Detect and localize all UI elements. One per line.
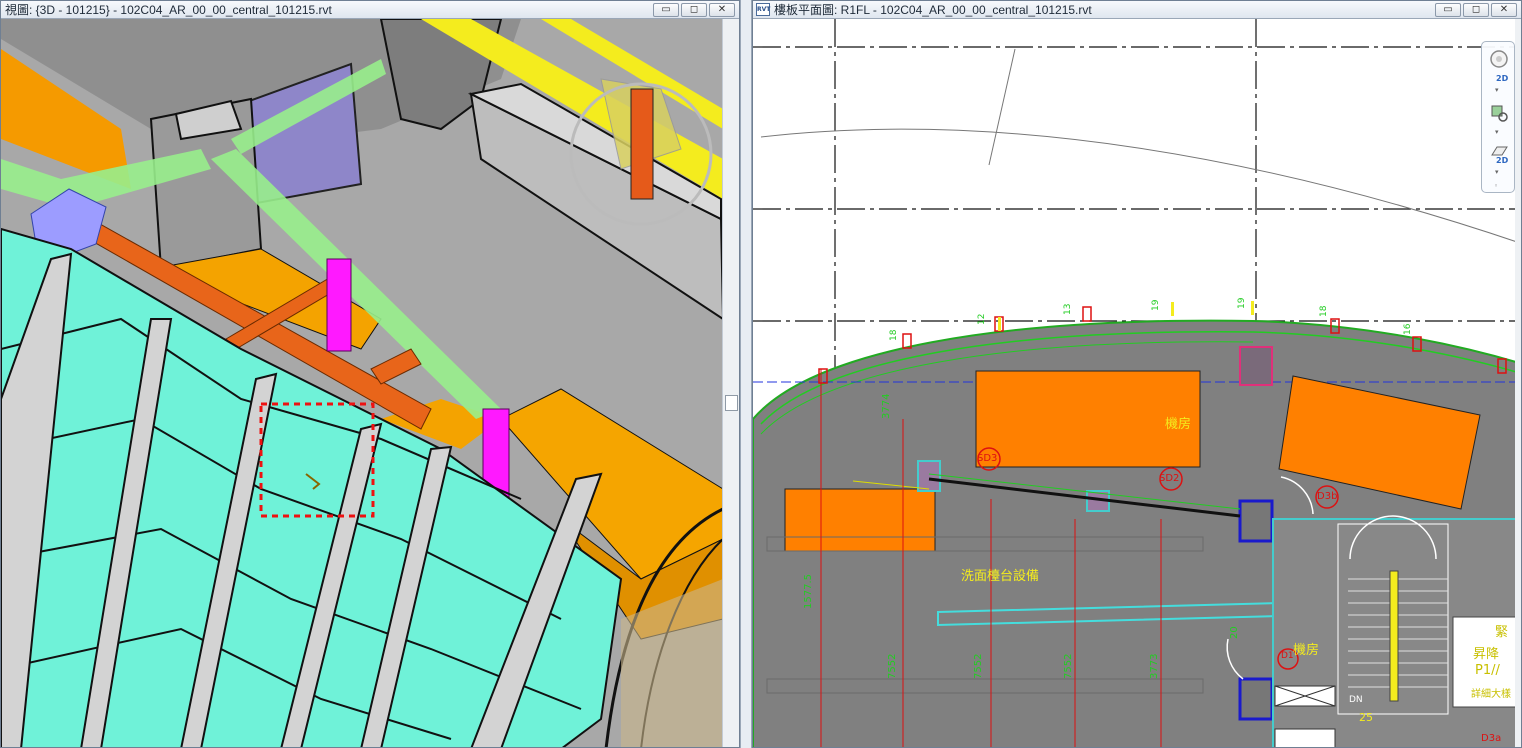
steering-wheel-icon[interactable] (1488, 48, 1510, 70)
wheel-2d-label: 2D (1496, 74, 1509, 83)
floor-plan-window[interactable]: RVT 樓板平面圖: R1FL - 102C04_AR_00_00_centra… (752, 0, 1522, 748)
floor-plan-title: 樓板平面圖: R1FL - 102C04_AR_00_00_central_10… (774, 3, 1092, 17)
view-3d-vertical-scrollbar[interactable] (722, 19, 739, 747)
minimize-button[interactable]: ▭ (653, 2, 679, 17)
view-2d-label: 2D (1496, 156, 1509, 165)
view-3d-titlebar[interactable]: 視圖: {3D - 101215} - 102C04_AR_00_00_cent… (1, 1, 739, 19)
view-3d-window[interactable]: 視圖: {3D - 101215} - 102C04_AR_00_00_cent… (0, 0, 740, 748)
restore-button[interactable]: ◻ (681, 2, 707, 17)
scrollbar-thumb[interactable] (725, 395, 738, 411)
close-button[interactable]: ✕ (1491, 2, 1517, 17)
floor-plan-titlebar[interactable]: RVT 樓板平面圖: R1FL - 102C04_AR_00_00_centra… (753, 1, 1521, 19)
restore-button[interactable]: ◻ (1463, 2, 1489, 17)
model-3d-graphics (1, 19, 739, 747)
chevron-down-icon[interactable]: ▾ (1495, 86, 1499, 94)
options-icon[interactable]: ◦ (1494, 182, 1498, 190)
rvt-file-icon: RVT (756, 3, 770, 16)
view-3d-title: 視圖: {3D - 101215} - 102C04_AR_00_00_cent… (5, 3, 332, 17)
window-splitter[interactable] (740, 0, 752, 748)
chevron-down-icon[interactable]: ▾ (1495, 168, 1499, 176)
floor-plan-graphics (753, 19, 1521, 747)
close-button[interactable]: ✕ (709, 2, 735, 17)
navigation-bar[interactable]: 2D ▾ ▾ 2D ▾ ◦ (1481, 41, 1515, 193)
chevron-down-icon[interactable]: ▾ (1495, 128, 1499, 136)
view-3d-canvas[interactable] (1, 19, 739, 747)
minimize-button[interactable]: ▭ (1435, 2, 1461, 17)
floor-plan-canvas[interactable]: 機房 機房 洗面檯台設備 SD3 SD2 D3b D3a D1 25 DN 37… (753, 19, 1521, 747)
floor-plan-vertical-scrollbar[interactable] (1515, 19, 1521, 747)
zoom-region-icon[interactable] (1488, 102, 1510, 124)
